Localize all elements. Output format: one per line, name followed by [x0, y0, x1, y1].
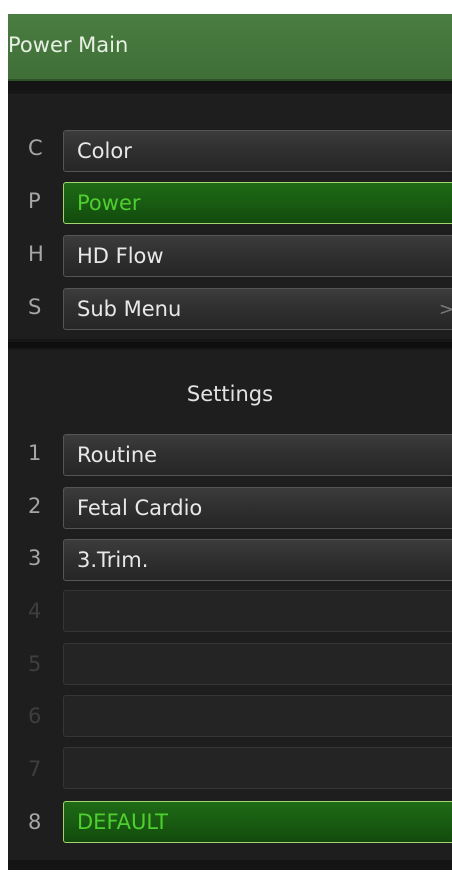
mode-button-sub-menu[interactable]: Sub Menu > — [63, 288, 452, 330]
mode-button-label: Color — [77, 139, 132, 163]
mode-button-label: HD Flow — [77, 244, 164, 268]
mode-button-label: Sub Menu — [77, 297, 182, 321]
preset-key-7: 7 — [28, 757, 42, 781]
page-title: Power Main — [8, 33, 129, 57]
preset-button-empty[interactable] — [63, 643, 452, 685]
app-root: Power Main C Color P Power H HD Flow S S… — [0, 0, 452, 875]
preset-button-default[interactable]: DEFAULT — [63, 801, 452, 843]
preset-button-empty[interactable] — [63, 747, 452, 789]
mode-key-c: C — [28, 136, 43, 160]
divider — [8, 342, 452, 348]
preset-button-label: DEFAULT — [77, 810, 168, 834]
mode-key-s: S — [28, 295, 42, 319]
mode-button-hd-flow[interactable]: HD Flow — [63, 235, 452, 277]
preset-button-3-trim[interactable]: 3.Trim. — [63, 539, 452, 581]
mode-button-color[interactable]: Color — [63, 130, 452, 172]
preset-key-8: 8 — [28, 810, 42, 834]
preset-key-3: 3 — [28, 546, 42, 570]
preset-key-1: 1 — [28, 441, 42, 465]
divider — [8, 860, 452, 870]
preset-button-routine[interactable]: Routine — [63, 434, 452, 476]
mode-button-label: Power — [77, 191, 141, 215]
title-bar: Power Main — [8, 14, 452, 81]
power-main-panel: Power Main C Color P Power H HD Flow S S… — [8, 14, 452, 870]
preset-button-empty[interactable] — [63, 695, 452, 737]
preset-key-2: 2 — [28, 494, 42, 518]
preset-button-label: 3.Trim. — [77, 548, 149, 572]
mode-key-p: P — [28, 189, 41, 213]
mode-key-h: H — [28, 242, 44, 266]
preset-key-5: 5 — [28, 652, 42, 676]
chevron-right-icon: > — [438, 299, 452, 320]
preset-key-4: 4 — [28, 599, 42, 623]
settings-title: Settings — [186, 382, 274, 406]
divider — [8, 81, 452, 91]
mode-button-power[interactable]: Power — [63, 182, 452, 224]
preset-button-empty[interactable] — [63, 590, 452, 632]
preset-button-label: Routine — [77, 443, 158, 467]
preset-button-fetal-cardio[interactable]: Fetal Cardio — [63, 487, 452, 529]
preset-button-label: Fetal Cardio — [77, 496, 203, 520]
preset-key-6: 6 — [28, 704, 42, 728]
